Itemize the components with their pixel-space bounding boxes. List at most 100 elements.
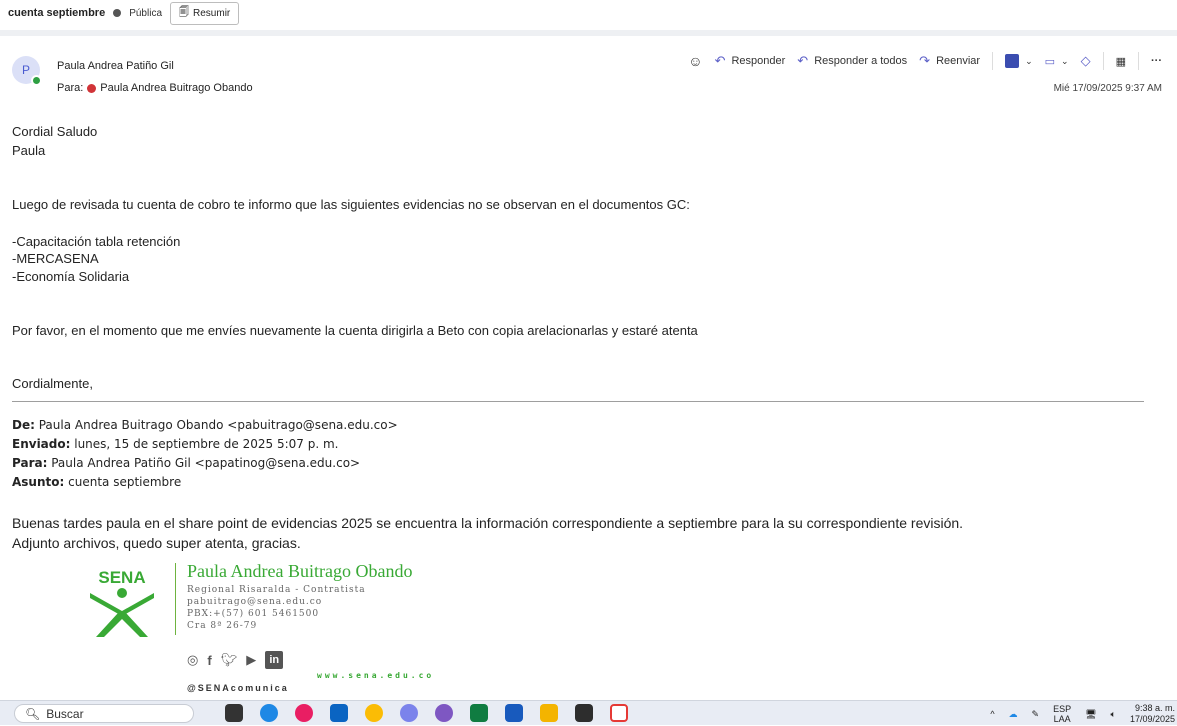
signature-handle: @SENAcomunica (187, 683, 289, 693)
quoted-paragraph: Buenas tardes paula en el share point de… (12, 515, 964, 531)
instagram-icon[interactable]: ◎ (187, 652, 198, 668)
quoted-subject: Asunto: cuenta septiembre (12, 474, 181, 490)
signature-address: Cra 8ª 26-79 (187, 621, 258, 631)
from-label: De: (12, 418, 35, 432)
forward-label: Reenviar (936, 55, 981, 67)
chevron-down-icon: ⌄ (1025, 55, 1033, 66)
subject-value: cuenta septiembre (68, 475, 182, 489)
svg-text:SENA: SENA (98, 568, 145, 587)
system-tray: ^ ☁ ✎ ESP LAA 🖥︎ 🔈︎ 9:38 a. m. 17/09/202… (990, 702, 1177, 726)
task-view-icon[interactable] (225, 704, 243, 722)
reply-button[interactable]: ↶ Responder (715, 53, 786, 69)
message-subject: cuenta septiembre (8, 7, 106, 19)
summarize-icon: 🗐 (179, 6, 190, 18)
clock-date: 17/09/2025 (1129, 714, 1175, 724)
cloud-icon[interactable]: ☁ (1009, 709, 1018, 720)
to-label: Para: (12, 456, 48, 470)
chevron-up-icon[interactable]: ^ (990, 709, 994, 719)
reply-all-icon: ↶ (797, 53, 809, 68)
lang-bottom: LAA (1053, 714, 1071, 724)
app-icon[interactable] (400, 704, 418, 722)
clock[interactable]: 9:38 a. m. 17/09/2025 (1130, 703, 1175, 725)
summarize-button[interactable]: 🗐 Resumir (170, 1, 240, 25)
chrome-profile-icon[interactable] (435, 704, 453, 722)
to-value: Paula Andrea Patiño Gil <papatinog@sena.… (51, 456, 361, 470)
signature-divider (175, 563, 176, 635)
quoted-to: Para: Paula Andrea Patiño Gil <papatinog… (12, 455, 360, 471)
signature-website[interactable]: www.sena.edu.co (317, 671, 434, 680)
message-actions: ☺ ↶ Responder ↶ Responder a todos ↷ Reen… (688, 52, 1162, 70)
toolbar-separator (1138, 52, 1139, 70)
quoted-sent: Enviado: lunes, 15 de septiembre de 2025… (12, 436, 338, 452)
body-paragraph: Por favor, en el momento que me envíes n… (12, 323, 698, 338)
sent-value: lunes, 15 de septiembre de 2025 5:07 p. … (74, 437, 339, 451)
language-indicator[interactable]: ESP LAA (1053, 704, 1071, 724)
taskbar: 🔍︎ Buscar ^ ☁ ✎ ESP LAA 🖥︎ 🔈︎ 9:38 a. m.… (0, 700, 1177, 725)
recipient-name[interactable]: Paula Andrea Buitrago Obando (100, 82, 252, 94)
toolbar-separator (992, 52, 994, 70)
busy-status-icon (87, 83, 97, 93)
outlook-icon[interactable] (330, 704, 348, 722)
avatar-initial: P (21, 63, 30, 77)
from-value: Paula Andrea Buitrago Obando <pabuitrago… (38, 418, 398, 432)
taskbar-search[interactable]: 🔍︎ Buscar (14, 704, 194, 723)
search-icon: 🔍︎ (25, 706, 41, 721)
signature-role: Regional Risaralda - Contratista (187, 585, 366, 595)
sena-logo: SENA (90, 568, 154, 637)
taskbar-apps (225, 704, 628, 722)
body-paragraph: Luego de revisada tu cuenta de cobro te … (12, 197, 690, 212)
toolbar-separator (1102, 52, 1104, 70)
list-item: -Economía Solidaria (12, 269, 130, 284)
closing: Cordialmente, (12, 376, 93, 391)
summarize-label: Resumir (193, 7, 231, 19)
reply-all-button[interactable]: ↶ Responder a todos (797, 53, 907, 69)
search-placeholder: Buscar (46, 706, 84, 721)
avatar[interactable]: P (12, 56, 42, 86)
message-topbar: cuenta septiembre Pública 🗐 Resumir (0, 0, 1177, 26)
lang-top: ESP (1053, 704, 1072, 714)
quoted-from: De: Paula Andrea Buitrago Obando <pabuit… (12, 417, 398, 433)
pdf-dropdown[interactable]: ⌄ (1005, 54, 1033, 68)
signature-email[interactable]: pabuitrago@sena.edu.co (187, 597, 322, 607)
snipping-tool-icon[interactable] (610, 704, 628, 722)
visibility-label: Pública (129, 7, 163, 19)
youtube-icon[interactable]: ▶ (246, 652, 256, 668)
presence-icon (31, 75, 42, 86)
file-explorer-icon[interactable] (540, 704, 558, 722)
forward-button[interactable]: ↷ Reenviar (919, 53, 980, 69)
message-header: P Paula Andrea Patiño Gil Para: Paula An… (12, 50, 1162, 100)
list-item: -MERCASENA (12, 251, 99, 266)
network-icon[interactable]: 🖥︎ (1085, 709, 1096, 720)
recipient-row: Para: Paula Andrea Buitrago Obando (57, 82, 253, 94)
clock-time: 9:38 a. m. (1134, 703, 1175, 713)
message-date: Mié 17/09/2025 9:37 AM (1053, 83, 1162, 94)
quote-divider (12, 401, 1144, 402)
pen-icon[interactable]: ✎ (1032, 709, 1040, 720)
edge-icon[interactable] (260, 704, 278, 722)
email-signature: SENA Paula Andrea Buitrago Obando Region… (82, 561, 482, 693)
signature-name: Paula Andrea Buitrago Obando (187, 561, 413, 581)
move-dropdown[interactable]: ▭ ⌄ (1045, 55, 1069, 68)
subject-label: Asunto: (12, 475, 65, 489)
reply-label: Responder (731, 55, 786, 67)
chrome-icon[interactable] (365, 704, 383, 722)
forward-icon: ↷ (919, 53, 931, 68)
divider (0, 30, 1177, 36)
volume-icon[interactable]: 🔈︎ (1111, 709, 1116, 720)
copilot-icon[interactable] (295, 704, 313, 722)
more-options-icon[interactable]: ··· (1151, 55, 1162, 67)
excel-icon[interactable] (470, 704, 488, 722)
twitter-icon[interactable]: 🐦︎ (221, 652, 238, 668)
social-icons: ◎ f 🐦︎ ▶ in (187, 651, 284, 669)
immersive-reader-icon[interactable]: ▦ (1116, 55, 1126, 68)
greeting-name: Paula (12, 143, 46, 158)
sticky-app-icon[interactable] (575, 704, 593, 722)
addin-icon[interactable]: ◇ (1081, 53, 1091, 69)
word-icon[interactable] (505, 704, 523, 722)
emoji-icon[interactable]: ☺ (688, 53, 702, 69)
pdf-icon (1005, 54, 1020, 68)
linkedin-icon[interactable]: in (265, 651, 284, 669)
sender-name[interactable]: Paula Andrea Patiño Gil (57, 60, 174, 72)
chevron-down-icon: ⌄ (1061, 55, 1069, 66)
facebook-icon[interactable]: f (207, 653, 211, 668)
